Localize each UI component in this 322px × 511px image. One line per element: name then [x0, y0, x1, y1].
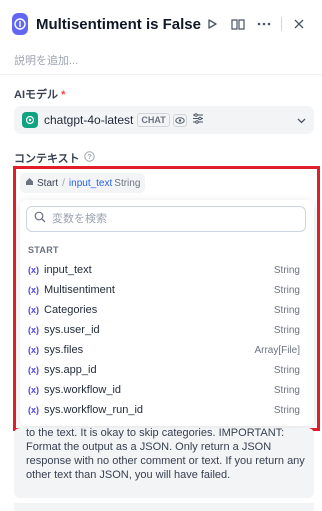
prompt-editor[interactable]: to the text. It is okay to skip categori…	[14, 428, 314, 498]
help-icon[interactable]: ?	[83, 151, 95, 165]
description-field[interactable]: 説明を追加...	[14, 52, 78, 68]
divider	[0, 74, 322, 75]
header-separator	[281, 17, 282, 31]
more-icon[interactable]	[253, 13, 275, 35]
context-label: コンテキスト ?	[14, 150, 95, 166]
model-label: AIモデル *	[14, 86, 65, 102]
context-label-text: コンテキスト	[14, 153, 80, 165]
openai-icon	[22, 112, 38, 128]
panel-header: Multisentiment is False	[0, 0, 322, 48]
close-icon[interactable]	[288, 13, 310, 35]
book-icon[interactable]	[227, 13, 249, 35]
model-selector[interactable]: chatgpt-4o-latest CHAT	[14, 106, 314, 134]
run-icon[interactable]	[201, 13, 223, 35]
settings-sliders-icon[interactable]	[192, 111, 204, 129]
required-mark: *	[61, 89, 66, 101]
chat-badge: CHAT	[137, 113, 170, 127]
chevron-down-icon[interactable]	[297, 111, 306, 129]
next-field	[14, 503, 314, 511]
prompt-text: to the text. It is okay to skip categori…	[26, 428, 305, 481]
svg-text:?: ?	[87, 154, 91, 161]
vision-icon	[172, 113, 187, 127]
model-label-text: AIモデル	[14, 89, 58, 101]
highlight-box	[13, 166, 320, 431]
model-name: chatgpt-4o-latest	[44, 113, 134, 127]
llm-node-icon	[12, 13, 28, 35]
node-title[interactable]: Multisentiment is False	[36, 16, 201, 33]
